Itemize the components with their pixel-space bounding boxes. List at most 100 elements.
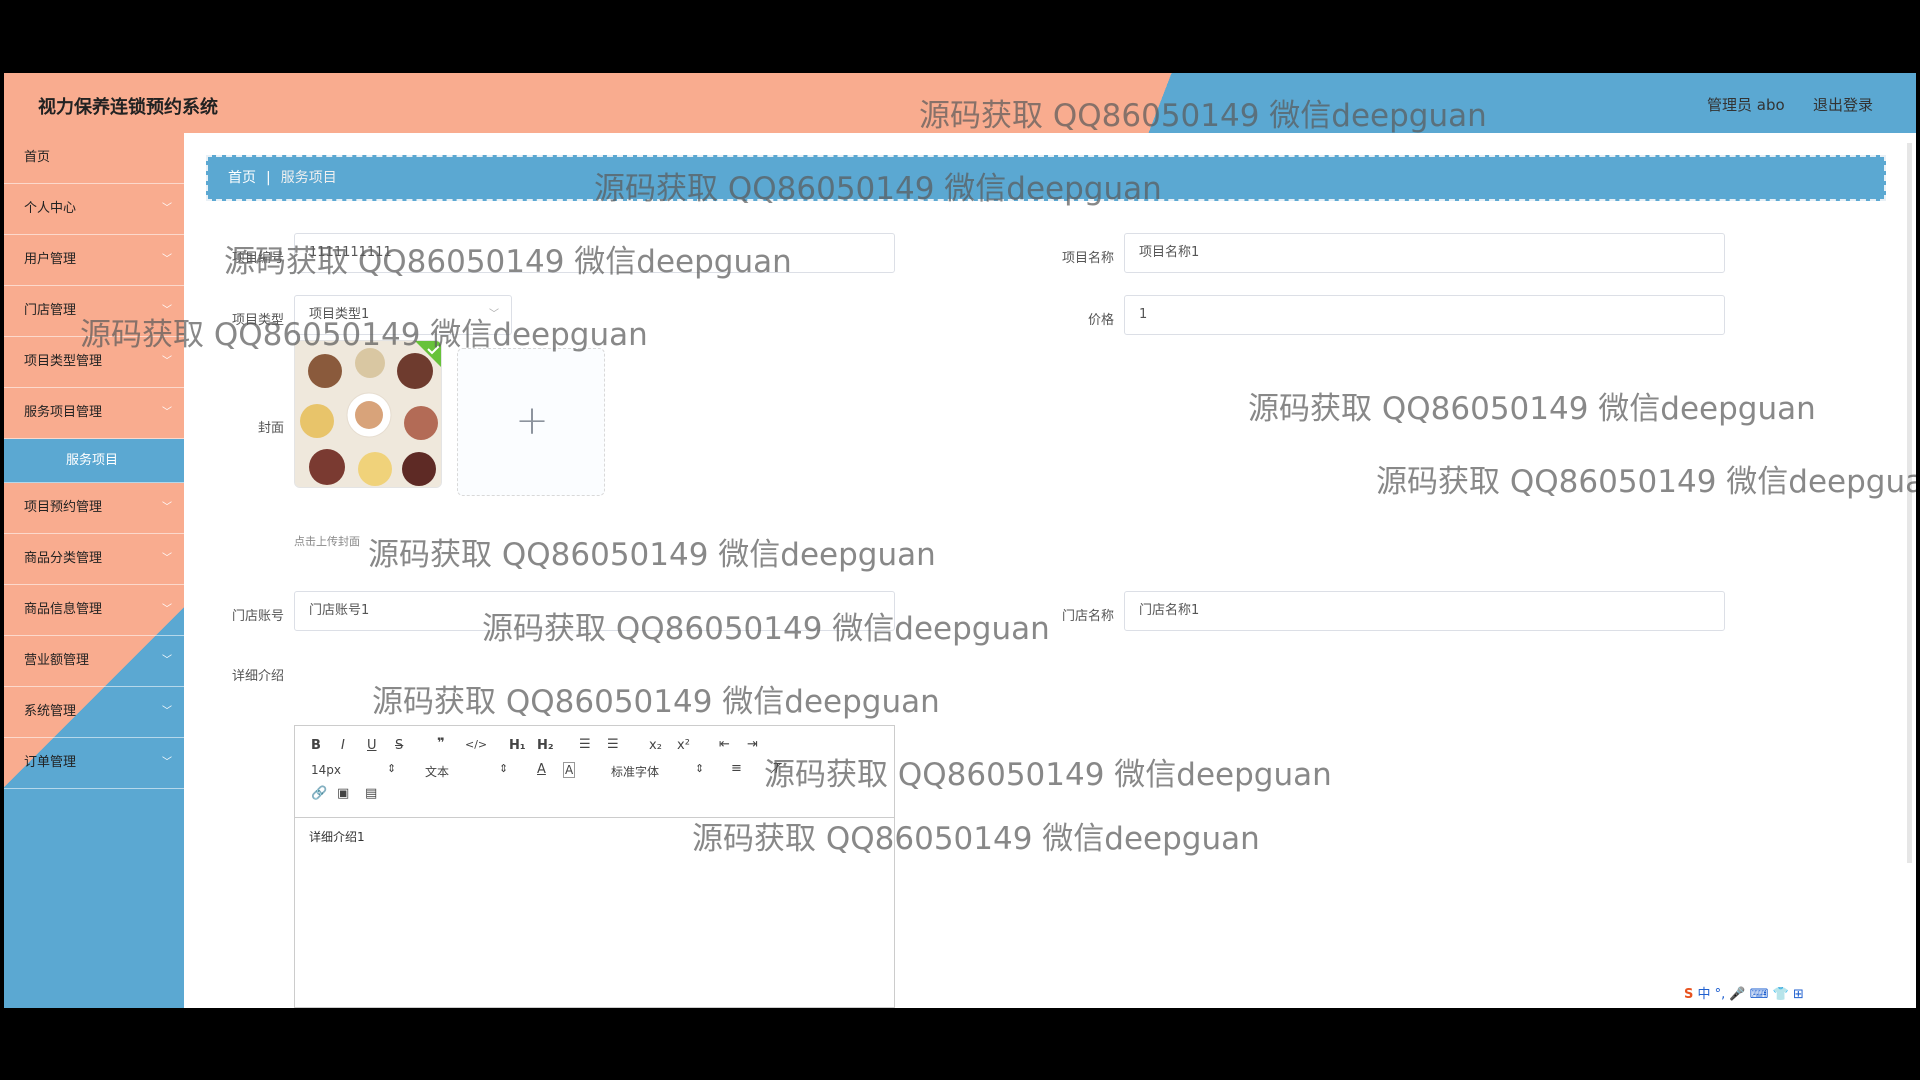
sort-arrows-icon: ⇕ xyxy=(387,762,397,775)
main-content: 首页 | 服务项目 项目编号 1111111111 项目名称 项目名称1 项目类型 … xyxy=(184,133,1916,1008)
detail-label: 详细介绍 xyxy=(231,669,284,684)
breadcrumb-separator: | xyxy=(266,170,271,186)
editor-toolbar: B I U S ❞ </> H₁ H₂ ☰ ☰ x₂ x² ⇤ ⇥ 14px ⇕… xyxy=(295,726,894,818)
subscript-icon[interactable]: x₂ xyxy=(649,738,662,753)
chevron-down-icon: ﹀ xyxy=(162,757,172,768)
chevron-down-icon: ﹀ xyxy=(162,604,172,615)
sidebar-item-label: 项目类型管理 xyxy=(24,354,103,369)
chevron-down-icon: ﹀ xyxy=(162,706,172,717)
item-name-input[interactable]: 项目名称1 xyxy=(1124,233,1725,273)
sidebar-item-revenue-management[interactable]: 营业额管理 ﹀ xyxy=(4,636,184,687)
top-header: 视力保养连锁预约系统 管理员 abo 退出登录 xyxy=(4,73,1916,133)
chevron-down-icon: ﹀ xyxy=(162,203,172,214)
scrollbar[interactable] xyxy=(1907,143,1912,863)
heading2-icon[interactable]: H₂ xyxy=(537,738,554,753)
breadcrumb: 首页 | 服务项目 xyxy=(206,155,1886,201)
rich-text-editor: B I U S ❞ </> H₁ H₂ ☰ ☰ x₂ x² ⇤ ⇥ 14px ⇕… xyxy=(294,725,895,1008)
item-no-label: 项目编号 xyxy=(231,251,284,266)
store-name-input[interactable]: 门店名称1 xyxy=(1124,591,1725,631)
ime-status: 中 °, 🎤 ⌨ 👕 ⊞ xyxy=(1697,987,1804,1002)
store-name-label: 门店名称 xyxy=(1061,609,1114,624)
chevron-down-icon: ﹀ xyxy=(489,309,499,320)
sidebar: 首页 个人中心 ﹀ 用户管理 ﹀ 门店管理 ﹀ 项目类型管理 ﹀ 服务项目管理 ﹀ 服务项… xyxy=(4,133,184,1008)
item-type-value: 项目类型1 xyxy=(309,307,370,322)
ordered-list-icon[interactable]: ☰ xyxy=(579,737,591,752)
chevron-down-icon: ﹀ xyxy=(162,407,172,418)
admin-user-label: 管理员 abo xyxy=(1707,96,1785,114)
sidebar-item-label: 商品信息管理 xyxy=(24,602,103,617)
chevron-down-icon: ﹀ xyxy=(162,254,172,265)
breadcrumb-home[interactable]: 首页 xyxy=(228,170,256,186)
sidebar-item-label: 商品分类管理 xyxy=(24,551,103,566)
editor-content[interactable]: 详细介绍1 xyxy=(309,828,365,845)
sort-arrows-icon: ⇕ xyxy=(695,762,705,775)
font-size-select[interactable]: 14px xyxy=(311,763,341,777)
sidebar-item-user-management[interactable]: 用户管理 ﹀ xyxy=(4,235,184,286)
cover-label: 封面 xyxy=(257,421,284,436)
chevron-down-icon: ﹀ xyxy=(162,553,172,564)
text-type-select[interactable]: 文本 xyxy=(425,763,449,780)
price-label: 价格 xyxy=(1087,313,1114,328)
breadcrumb-current: 服务项目 xyxy=(280,170,337,186)
plus-icon: + xyxy=(515,398,549,444)
clear-format-icon[interactable]: T̸ xyxy=(773,762,781,777)
item-name-label: 项目名称 xyxy=(1061,251,1114,266)
sidebar-item-label: 订单管理 xyxy=(24,755,77,770)
underline-icon[interactable]: U xyxy=(367,738,377,753)
strikethrough-icon[interactable]: S xyxy=(395,738,403,753)
cover-image-graphic xyxy=(295,341,441,487)
font-color-icon[interactable]: A xyxy=(537,762,546,777)
font-family-select[interactable]: 标准字体 xyxy=(611,763,659,780)
sidebar-item-order-management[interactable]: 订单管理 ﹀ xyxy=(4,738,184,789)
bold-icon[interactable]: B xyxy=(311,738,321,753)
italic-icon[interactable]: I xyxy=(341,738,345,753)
sidebar-item-label: 项目预约管理 xyxy=(24,500,103,515)
price-input[interactable]: 1 xyxy=(1124,295,1725,335)
superscript-icon[interactable]: x² xyxy=(677,738,690,753)
ime-toolbar[interactable]: S 中 °, 🎤 ⌨ 👕 ⊞ xyxy=(1684,983,1864,1005)
sidebar-item-store-management[interactable]: 门店管理 ﹀ xyxy=(4,286,184,337)
sidebar-item-label: 个人中心 xyxy=(24,201,77,216)
indent-icon[interactable]: ⇥ xyxy=(747,737,758,752)
store-account-label: 门店账号 xyxy=(231,609,284,624)
sidebar-item-reservation-management[interactable]: 项目预约管理 ﹀ xyxy=(4,483,184,534)
sort-arrows-icon: ⇕ xyxy=(499,762,509,775)
upload-tip: 点击上传封面 xyxy=(294,535,360,548)
sidebar-item-service-item-management[interactable]: 服务项目管理 ﹀ xyxy=(4,388,184,439)
blockquote-icon[interactable]: ❞ xyxy=(437,736,445,751)
sidebar-subitem-service-item[interactable]: 服务项目 xyxy=(4,439,184,483)
code-block-icon[interactable]: </> xyxy=(465,738,487,751)
outdent-icon[interactable]: ⇤ xyxy=(719,737,730,752)
sidebar-item-personal-center[interactable]: 个人中心 ﹀ xyxy=(4,184,184,235)
chevron-down-icon: ﹀ xyxy=(162,305,172,316)
sidebar-item-label: 系统管理 xyxy=(24,704,77,719)
sidebar-item-system-management[interactable]: 系统管理 ﹀ xyxy=(4,687,184,738)
sidebar-item-label: 营业额管理 xyxy=(24,653,90,668)
cover-image[interactable] xyxy=(294,340,442,488)
chevron-down-icon: ﹀ xyxy=(162,502,172,513)
sidebar-item-label: 用户管理 xyxy=(24,252,77,267)
link-icon[interactable]: 🔗 xyxy=(311,786,327,801)
sidebar-item-item-type-management[interactable]: 项目类型管理 ﹀ xyxy=(4,337,184,388)
item-type-select[interactable]: 项目类型1 ﹀ xyxy=(294,295,512,335)
logout-link[interactable]: 退出登录 xyxy=(1813,94,1873,115)
store-account-input[interactable]: 门店账号1 xyxy=(294,591,895,631)
video-icon[interactable]: ▤ xyxy=(365,786,377,801)
bullet-list-icon[interactable]: ☰ xyxy=(607,737,619,752)
app-window: 视力保养连锁预约系统 管理员 abo 退出登录 首页 个人中心 ﹀ 用户管理 ﹀ 门… xyxy=(4,73,1916,1008)
heading1-icon[interactable]: H₁ xyxy=(509,738,526,753)
sidebar-item-product-info-management[interactable]: 商品信息管理 ﹀ xyxy=(4,585,184,636)
upload-cover-button[interactable]: + xyxy=(457,348,605,496)
chevron-down-icon: ﹀ xyxy=(162,356,172,367)
background-color-icon[interactable]: A xyxy=(563,762,576,778)
sidebar-item-home[interactable]: 首页 xyxy=(4,133,184,184)
sidebar-item-label: 服务项目管理 xyxy=(24,405,103,420)
sogou-logo-icon: S xyxy=(1684,987,1694,1002)
align-icon[interactable]: ≡ xyxy=(731,761,742,776)
sidebar-item-label: 门店管理 xyxy=(24,303,77,318)
image-icon[interactable]: ▣ xyxy=(337,786,349,801)
item-type-label: 项目类型 xyxy=(231,313,284,328)
app-title: 视力保养连锁预约系统 xyxy=(38,97,218,118)
item-no-input[interactable]: 1111111111 xyxy=(294,233,895,273)
sidebar-item-product-category-management[interactable]: 商品分类管理 ﹀ xyxy=(4,534,184,585)
